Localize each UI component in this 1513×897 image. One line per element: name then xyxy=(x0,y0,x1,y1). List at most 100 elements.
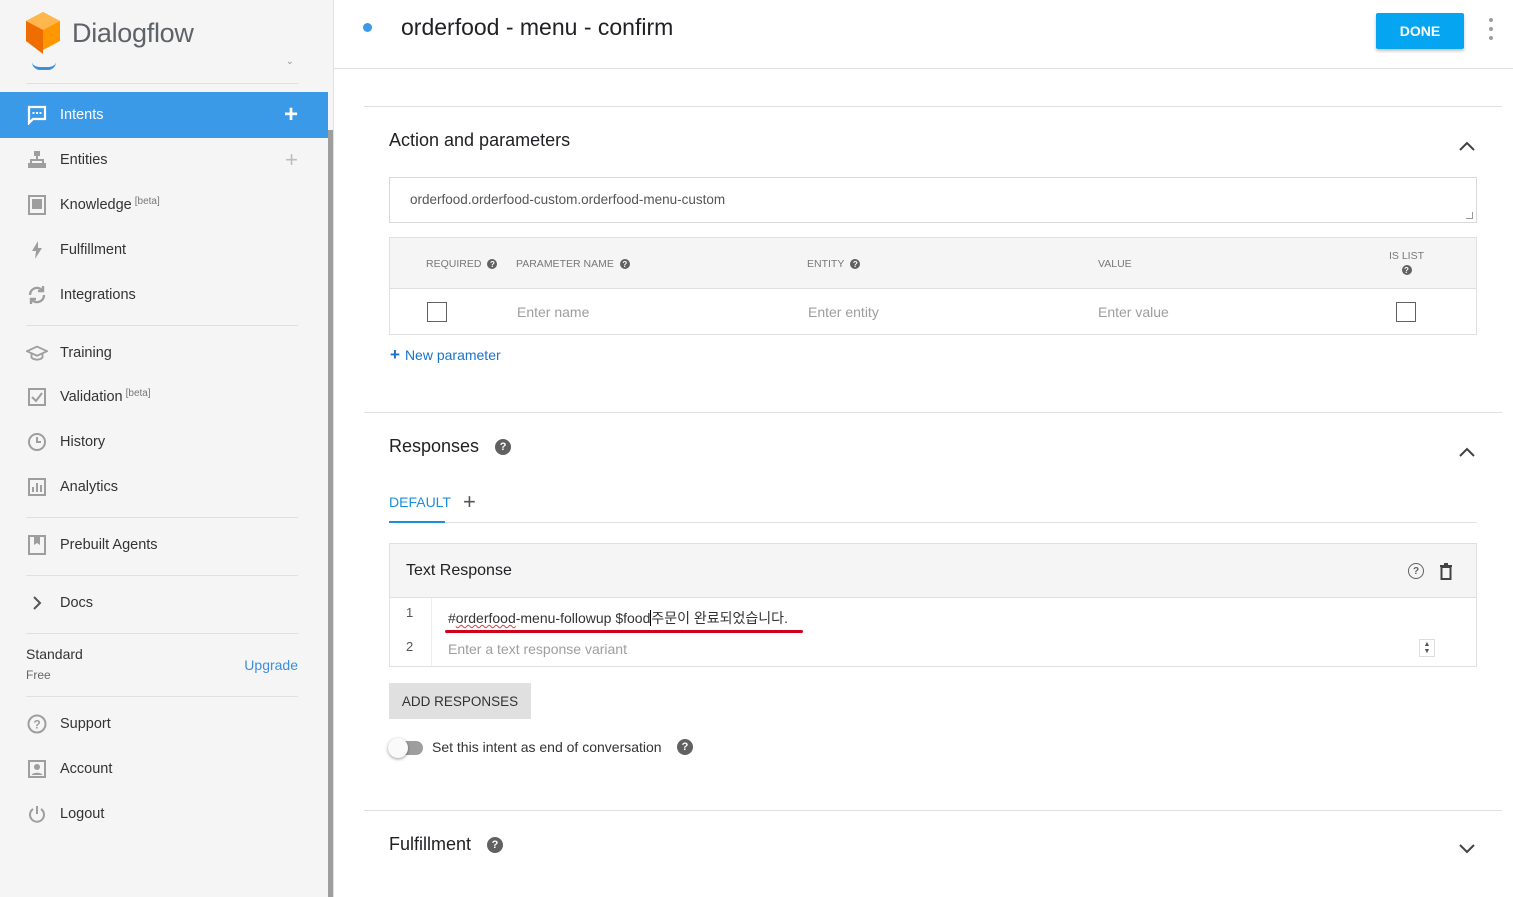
sidebar-item-integrations[interactable]: Integrations xyxy=(0,273,328,317)
chevron-down-icon[interactable] xyxy=(1458,840,1476,858)
sidebar-divider xyxy=(26,517,298,518)
action-name-input[interactable]: orderfood.orderfood-custom.orderfood-men… xyxy=(389,177,1477,223)
sidebar-item-intents[interactable]: Intents + xyxy=(0,92,328,138)
new-parameter-label: New parameter xyxy=(404,347,501,363)
intent-header: orderfood - menu - confirm DONE xyxy=(334,0,1513,69)
end-conversation-toggle[interactable] xyxy=(388,738,425,758)
help-icon[interactable]: ? xyxy=(1401,265,1412,275)
add-language-tab-icon[interactable]: + xyxy=(463,489,476,515)
sidebar-item-entities[interactable]: Entities + xyxy=(0,138,328,182)
parameter-name-input[interactable]: Enter name xyxy=(517,304,589,320)
tabs-divider xyxy=(389,522,1477,523)
sidebar-divider xyxy=(26,633,298,634)
sidebar-item-label: Prebuilt Agents xyxy=(60,537,158,553)
sidebar-item-label: Training xyxy=(60,345,112,361)
section-title-responses-wrap[interactable]: Responses ? xyxy=(389,436,512,457)
response-variant-2-input[interactable]: Enter a text response variant xyxy=(448,641,627,657)
is-list-checkbox[interactable] xyxy=(1396,302,1416,322)
plan-info: Standard Free Upgrade xyxy=(26,646,298,682)
section-divider xyxy=(364,412,1502,413)
chevron-down-icon: ⌄ xyxy=(285,56,294,67)
reorder-spinner[interactable]: ▲ ▼ xyxy=(1419,639,1435,657)
sidebar-item-account[interactable]: Account xyxy=(0,747,328,791)
sidebar-item-analytics[interactable]: Analytics xyxy=(0,465,328,509)
response-text-misspelled: orderfood xyxy=(455,610,516,626)
help-icon[interactable]: ? xyxy=(677,739,693,755)
response-text-prefix: # xyxy=(448,610,456,626)
toggle-knob xyxy=(388,738,408,758)
more-options-icon[interactable] xyxy=(1486,18,1496,40)
bar-chart-icon xyxy=(26,476,48,498)
sidebar-item-label: Knowledge xyxy=(60,197,132,213)
sidebar-divider xyxy=(26,325,298,326)
sidebar-item-label: Account xyxy=(60,761,113,777)
end-conversation-label: Set this intent as end of conversation xyxy=(432,739,662,755)
plus-icon: + xyxy=(390,345,400,364)
help-icon[interactable]: ? xyxy=(487,836,504,853)
sidebar-item-label: Integrations xyxy=(60,287,136,303)
sidebar-item-support[interactable]: ? Support xyxy=(0,702,328,746)
chevron-up-icon[interactable] xyxy=(1458,137,1476,155)
power-icon xyxy=(26,803,48,825)
required-checkbox[interactable] xyxy=(427,302,447,322)
line-number: 1 xyxy=(406,605,414,620)
column-parameter-name: PARAMETER NAME ? xyxy=(516,258,630,270)
agent-selector[interactable]: ⌄ xyxy=(26,56,298,84)
add-intent-icon[interactable]: + xyxy=(284,101,298,129)
bookmark-book-icon xyxy=(26,534,48,556)
sidebar-item-label: Fulfillment xyxy=(60,242,127,258)
sidebar-item-validation[interactable]: Validation [beta] xyxy=(0,375,328,419)
new-parameter-link[interactable]: + New parameter xyxy=(390,345,501,365)
column-value: VALUE xyxy=(1098,258,1132,270)
dialogflow-logo-icon xyxy=(26,12,60,54)
beta-badge: [beta] xyxy=(125,387,151,399)
action-name-value: orderfood.orderfood-custom.orderfood-men… xyxy=(410,192,726,207)
arrow-down-icon: ▼ xyxy=(1423,648,1431,655)
sidebar-item-history[interactable]: History xyxy=(0,420,328,464)
help-icon[interactable]: ? xyxy=(487,259,498,269)
parameters-table-header: REQUIRED ? PARAMETER NAME ? ENTITY ? VAL… xyxy=(390,238,1476,289)
section-title-action[interactable]: Action and parameters xyxy=(389,130,570,151)
dialogflow-logo[interactable]: Dialogflow xyxy=(24,10,194,56)
chevron-up-icon[interactable] xyxy=(1458,443,1476,461)
entity-input[interactable]: Enter entity xyxy=(808,304,879,320)
sidebar-item-docs[interactable]: Docs xyxy=(0,581,328,625)
sidebar-scrollbar[interactable] xyxy=(328,130,333,897)
sidebar-item-logout[interactable]: Logout xyxy=(0,792,328,836)
sidebar-item-label: Support xyxy=(60,716,111,732)
sidebar-item-knowledge[interactable]: Knowledge [beta] xyxy=(0,183,328,227)
clock-icon xyxy=(26,431,48,453)
highlight-underline xyxy=(445,630,803,633)
hierarchy-icon xyxy=(26,149,48,171)
help-icon[interactable]: ? xyxy=(850,259,861,269)
column-required: REQUIRED ? xyxy=(426,258,498,270)
checkbox-icon xyxy=(26,386,48,408)
parameter-row: Enter name Enter entity Enter value xyxy=(390,289,1476,335)
active-tab-indicator xyxy=(389,521,445,523)
help-icon[interactable]: ? xyxy=(619,259,630,269)
sidebar-item-prebuilt-agents[interactable]: Prebuilt Agents xyxy=(0,523,328,567)
trash-icon[interactable] xyxy=(1438,562,1454,580)
help-icon[interactable]: ? xyxy=(495,438,512,455)
resize-handle[interactable] xyxy=(1466,212,1473,219)
help-icon[interactable]: ? xyxy=(1408,563,1424,579)
done-button[interactable]: DONE xyxy=(1376,13,1464,49)
tab-default[interactable]: DEFAULT xyxy=(389,494,451,510)
section-title-fulfillment: Fulfillment xyxy=(389,834,472,854)
text-response-header: Text Response ? xyxy=(390,544,1476,598)
sidebar-item-training[interactable]: Training xyxy=(0,331,328,375)
response-variant-1[interactable]: #orderfood-menu-followup $food주문이 완료되었습니… xyxy=(448,608,788,628)
sidebar-item-fulfillment[interactable]: Fulfillment xyxy=(0,228,328,272)
agent-avatar xyxy=(32,58,56,70)
sidebar-divider xyxy=(26,575,298,576)
upgrade-link[interactable]: Upgrade xyxy=(244,657,298,673)
column-is-list: IS LIST ? xyxy=(1389,250,1424,275)
add-entity-icon[interactable]: + xyxy=(285,147,298,173)
section-title-fulfillment-wrap[interactable]: Fulfillment ? xyxy=(389,834,504,855)
value-input[interactable]: Enter value xyxy=(1098,304,1169,320)
column-label: PARAMETER NAME xyxy=(516,258,614,270)
line-number-gutter: 1 2 xyxy=(390,598,432,666)
chevron-right-icon xyxy=(26,592,48,614)
add-responses-button[interactable]: ADD RESPONSES xyxy=(389,683,531,719)
intent-name[interactable]: orderfood - menu - confirm xyxy=(401,14,673,41)
